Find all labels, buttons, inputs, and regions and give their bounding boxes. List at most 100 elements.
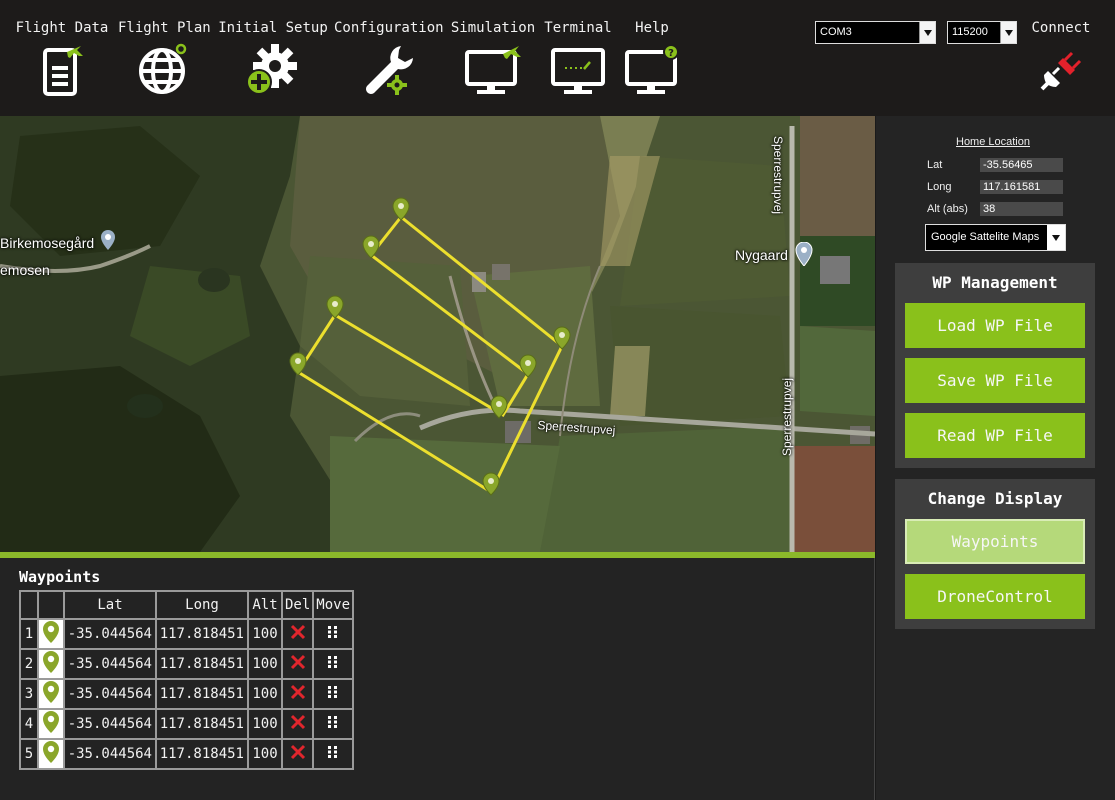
drone-control-display-button[interactable]: DroneControl: [905, 574, 1085, 619]
table-row[interactable]: 2 -35.044564 117.818451 100: [19, 648, 355, 680]
delete-icon[interactable]: [290, 624, 306, 644]
load-wp-file-button[interactable]: Load WP File: [905, 303, 1085, 348]
help-tab[interactable]: Help ?: [620, 0, 684, 116]
table-header-row: Lat Long Alt Del Move: [19, 590, 355, 620]
delete-waypoint-cell: [280, 678, 315, 710]
baud-rate-select[interactable]: 115200: [947, 21, 1017, 44]
simulation-label: Simulation: [450, 20, 536, 36]
col-header-lat: Lat: [63, 590, 157, 620]
move-waypoint-cell: [312, 618, 355, 650]
drag-handle-icon[interactable]: [327, 685, 339, 703]
map-canvas[interactable]: [0, 116, 875, 552]
waypoints-title: Waypoints: [19, 568, 101, 586]
col-header-long: Long: [155, 590, 249, 620]
waypoints-display-button[interactable]: Waypoints: [905, 519, 1085, 564]
waypoints-table: Lat Long Alt Del Move 1 -35.044564 117.818…: [19, 590, 355, 770]
save-wp-file-button[interactable]: Save WP File: [905, 358, 1085, 403]
waypoint-marker-icon[interactable]: [482, 472, 500, 496]
help-label: Help: [635, 20, 669, 36]
terminal-tab[interactable]: Terminal: [542, 0, 614, 116]
waypoint-marker-icon[interactable]: [490, 395, 508, 419]
waypoint-long[interactable]: 117.818451: [155, 678, 249, 710]
connect-label: Connect: [1031, 20, 1091, 36]
terminal-label: Terminal: [544, 20, 612, 36]
waypoint-marker-icon[interactable]: [553, 326, 571, 350]
waypoint-long[interactable]: 117.818451: [155, 738, 249, 770]
port-select[interactable]: COM3: [815, 21, 936, 44]
move-waypoint-cell: [312, 738, 355, 770]
waypoint-long[interactable]: 117.818451: [155, 708, 249, 740]
flight-plan-tab[interactable]: Flight Plan: [118, 0, 211, 116]
globe-icon: [139, 43, 187, 94]
waypoint-pin-cell: [37, 708, 65, 740]
waypoint-number: 5: [19, 738, 39, 770]
baud-value: 115200: [952, 26, 988, 38]
waypoint-lat[interactable]: -35.044564: [63, 708, 157, 740]
simulation-tab[interactable]: Simulation: [450, 0, 536, 116]
waypoint-marker-icon[interactable]: [289, 352, 307, 376]
initial-setup-tab[interactable]: Initial Setup: [218, 0, 328, 116]
waypoint-lat[interactable]: -35.044564: [63, 678, 157, 710]
map-type-select[interactable]: Google Sattelite Maps: [925, 224, 1066, 251]
waypoint-number: 3: [19, 678, 39, 710]
wp-management-box: WP Management Load WP File Save WP File …: [895, 263, 1095, 468]
waypoint-marker-icon[interactable]: [362, 235, 380, 259]
chevron-down-icon: [1047, 225, 1065, 250]
delete-icon[interactable]: [290, 684, 306, 704]
table-row[interactable]: 3 -35.044564 117.818451 100: [19, 678, 355, 710]
waypoint-long[interactable]: 117.818451: [155, 648, 249, 680]
waypoint-marker-icon[interactable]: [392, 197, 410, 221]
drag-handle-icon[interactable]: [327, 625, 339, 643]
home-lat-label: Lat: [927, 159, 943, 171]
configuration-tab[interactable]: Configuration: [334, 0, 444, 116]
map-type-value: Google Sattelite Maps: [931, 231, 1040, 243]
delete-icon[interactable]: [290, 744, 306, 764]
waypoint-marker-icon[interactable]: [326, 295, 344, 319]
monitor-plane-icon: [465, 46, 521, 94]
svg-text:?: ?: [668, 48, 674, 59]
drag-handle-icon[interactable]: [327, 655, 339, 673]
table-row[interactable]: 4 -35.044564 117.818451 100: [19, 708, 355, 740]
waypoint-marker-icon[interactable]: [519, 354, 537, 378]
satellite-map[interactable]: Birkemosegård emosen Nygaard Sperrestrup…: [0, 116, 875, 552]
waypoint-alt[interactable]: 100: [247, 648, 283, 680]
place-pin-icon: [795, 242, 813, 266]
waypoint-alt[interactable]: 100: [247, 678, 283, 710]
flight-data-tab[interactable]: Flight Data: [14, 0, 110, 116]
waypoint-alt[interactable]: 100: [247, 708, 283, 740]
table-row[interactable]: 1 -35.044564 117.818451 100: [19, 618, 355, 650]
waypoint-pin-cell: [37, 678, 65, 710]
waypoint-number: 2: [19, 648, 39, 680]
home-long-field[interactable]: 117.161581: [980, 180, 1063, 194]
read-wp-file-button[interactable]: Read WP File: [905, 413, 1085, 458]
chevron-down-icon: [919, 22, 935, 43]
delete-waypoint-cell: [280, 708, 315, 740]
waypoint-alt[interactable]: 100: [247, 618, 283, 650]
waypoint-lat[interactable]: -35.044564: [63, 618, 157, 650]
move-waypoint-cell: [312, 648, 355, 680]
table-row[interactable]: 5 -35.044564 117.818451 100: [19, 738, 355, 770]
map-pin-icon: [43, 711, 59, 733]
map-pin-icon: [43, 651, 59, 673]
home-alt-field[interactable]: 38: [980, 202, 1063, 216]
waypoint-alt[interactable]: 100: [247, 738, 283, 770]
waypoint-lat[interactable]: -35.044564: [63, 648, 157, 680]
delete-icon[interactable]: [290, 654, 306, 674]
delete-waypoint-cell: [280, 618, 315, 650]
plug-icon: [1040, 51, 1082, 91]
change-display-title: Change Display: [927, 489, 1063, 508]
waypoint-long[interactable]: 117.818451: [155, 618, 249, 650]
waypoint-pin-cell: [37, 618, 65, 650]
setup-gears-icon: [246, 44, 297, 95]
right-panel: Home Location Lat -35.56465 Long 117.161…: [876, 116, 1115, 800]
map-label-road-vertical-top: Sperrestrupvej: [771, 136, 785, 215]
top-toolbar: Flight Data Flight Plan Initial Setup Co…: [0, 0, 1115, 116]
delete-icon[interactable]: [290, 714, 306, 734]
connect-button[interactable]: Connect: [1028, 0, 1094, 110]
waypoint-lat[interactable]: -35.044564: [63, 738, 157, 770]
home-lat-field[interactable]: -35.56465: [980, 158, 1063, 172]
waypoint-pin-cell: [37, 738, 65, 770]
drag-handle-icon[interactable]: [327, 715, 339, 733]
drag-handle-icon[interactable]: [327, 745, 339, 763]
col-header-pin: [37, 590, 65, 620]
